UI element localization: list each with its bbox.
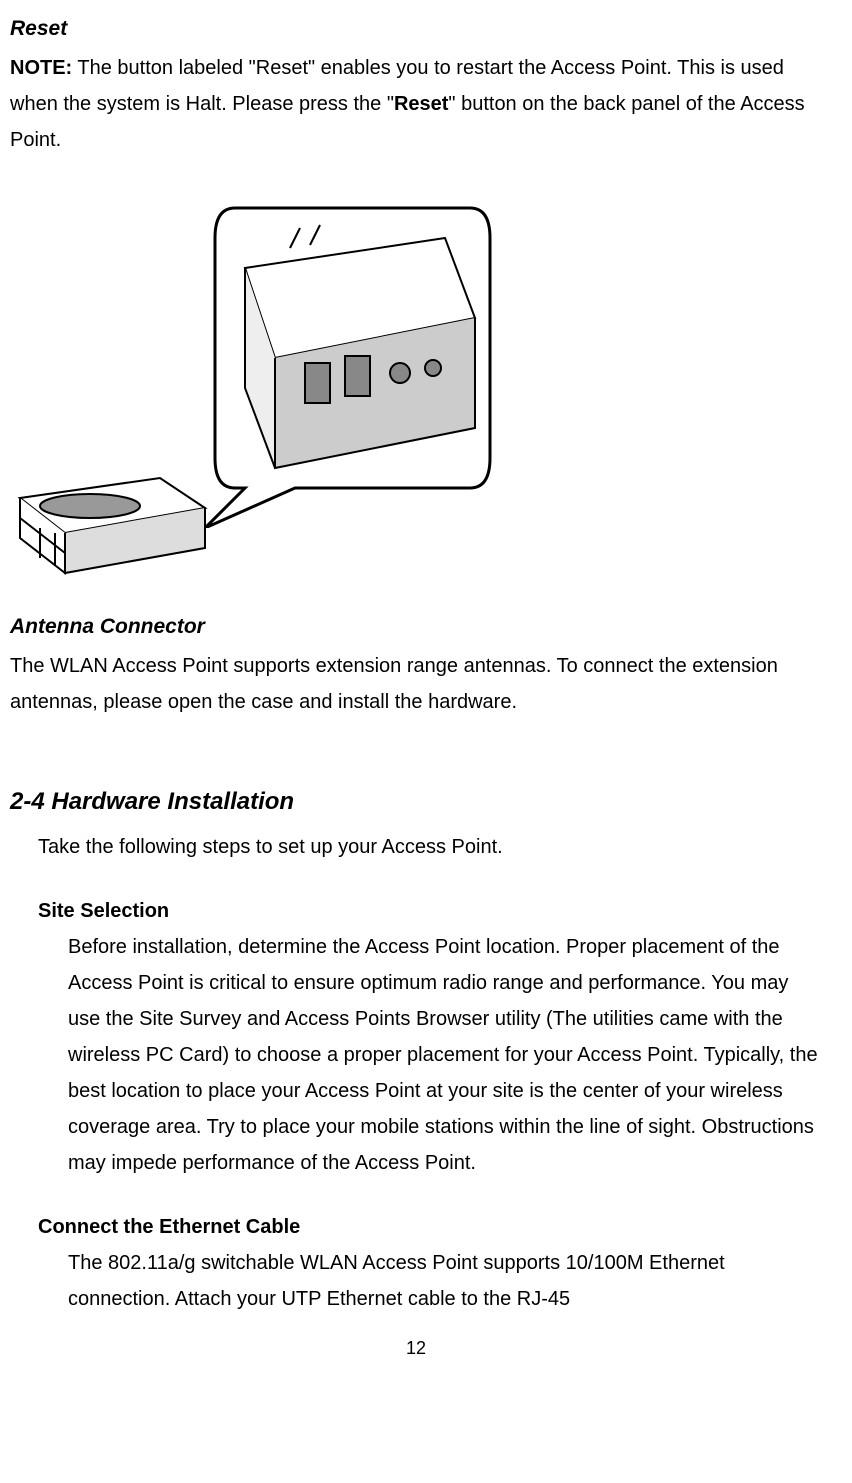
site-selection-text: Before installation, determine the Acces… [68, 929, 822, 1181]
site-selection-heading: Site Selection [38, 893, 822, 929]
page-number: 12 [10, 1332, 822, 1364]
device-illustration [10, 458, 210, 578]
reset-heading: Reset [10, 10, 822, 48]
ethernet-heading: Connect the Ethernet Cable [38, 1209, 822, 1245]
note-label: NOTE: [10, 57, 72, 79]
reset-figure [10, 188, 490, 578]
antenna-text: The WLAN Access Point supports extension… [10, 648, 822, 720]
hardware-intro: Take the following steps to set up your … [38, 829, 822, 865]
reset-note-paragraph: NOTE: The button labeled "Reset" enables… [10, 50, 822, 158]
ethernet-text: The 802.11a/g switchable WLAN Access Poi… [68, 1245, 822, 1317]
note-bold: Reset [394, 93, 448, 115]
hardware-heading: 2-4 Hardware Installation [10, 780, 822, 823]
antenna-heading: Antenna Connector [10, 608, 822, 646]
callout-bubble [205, 188, 500, 528]
